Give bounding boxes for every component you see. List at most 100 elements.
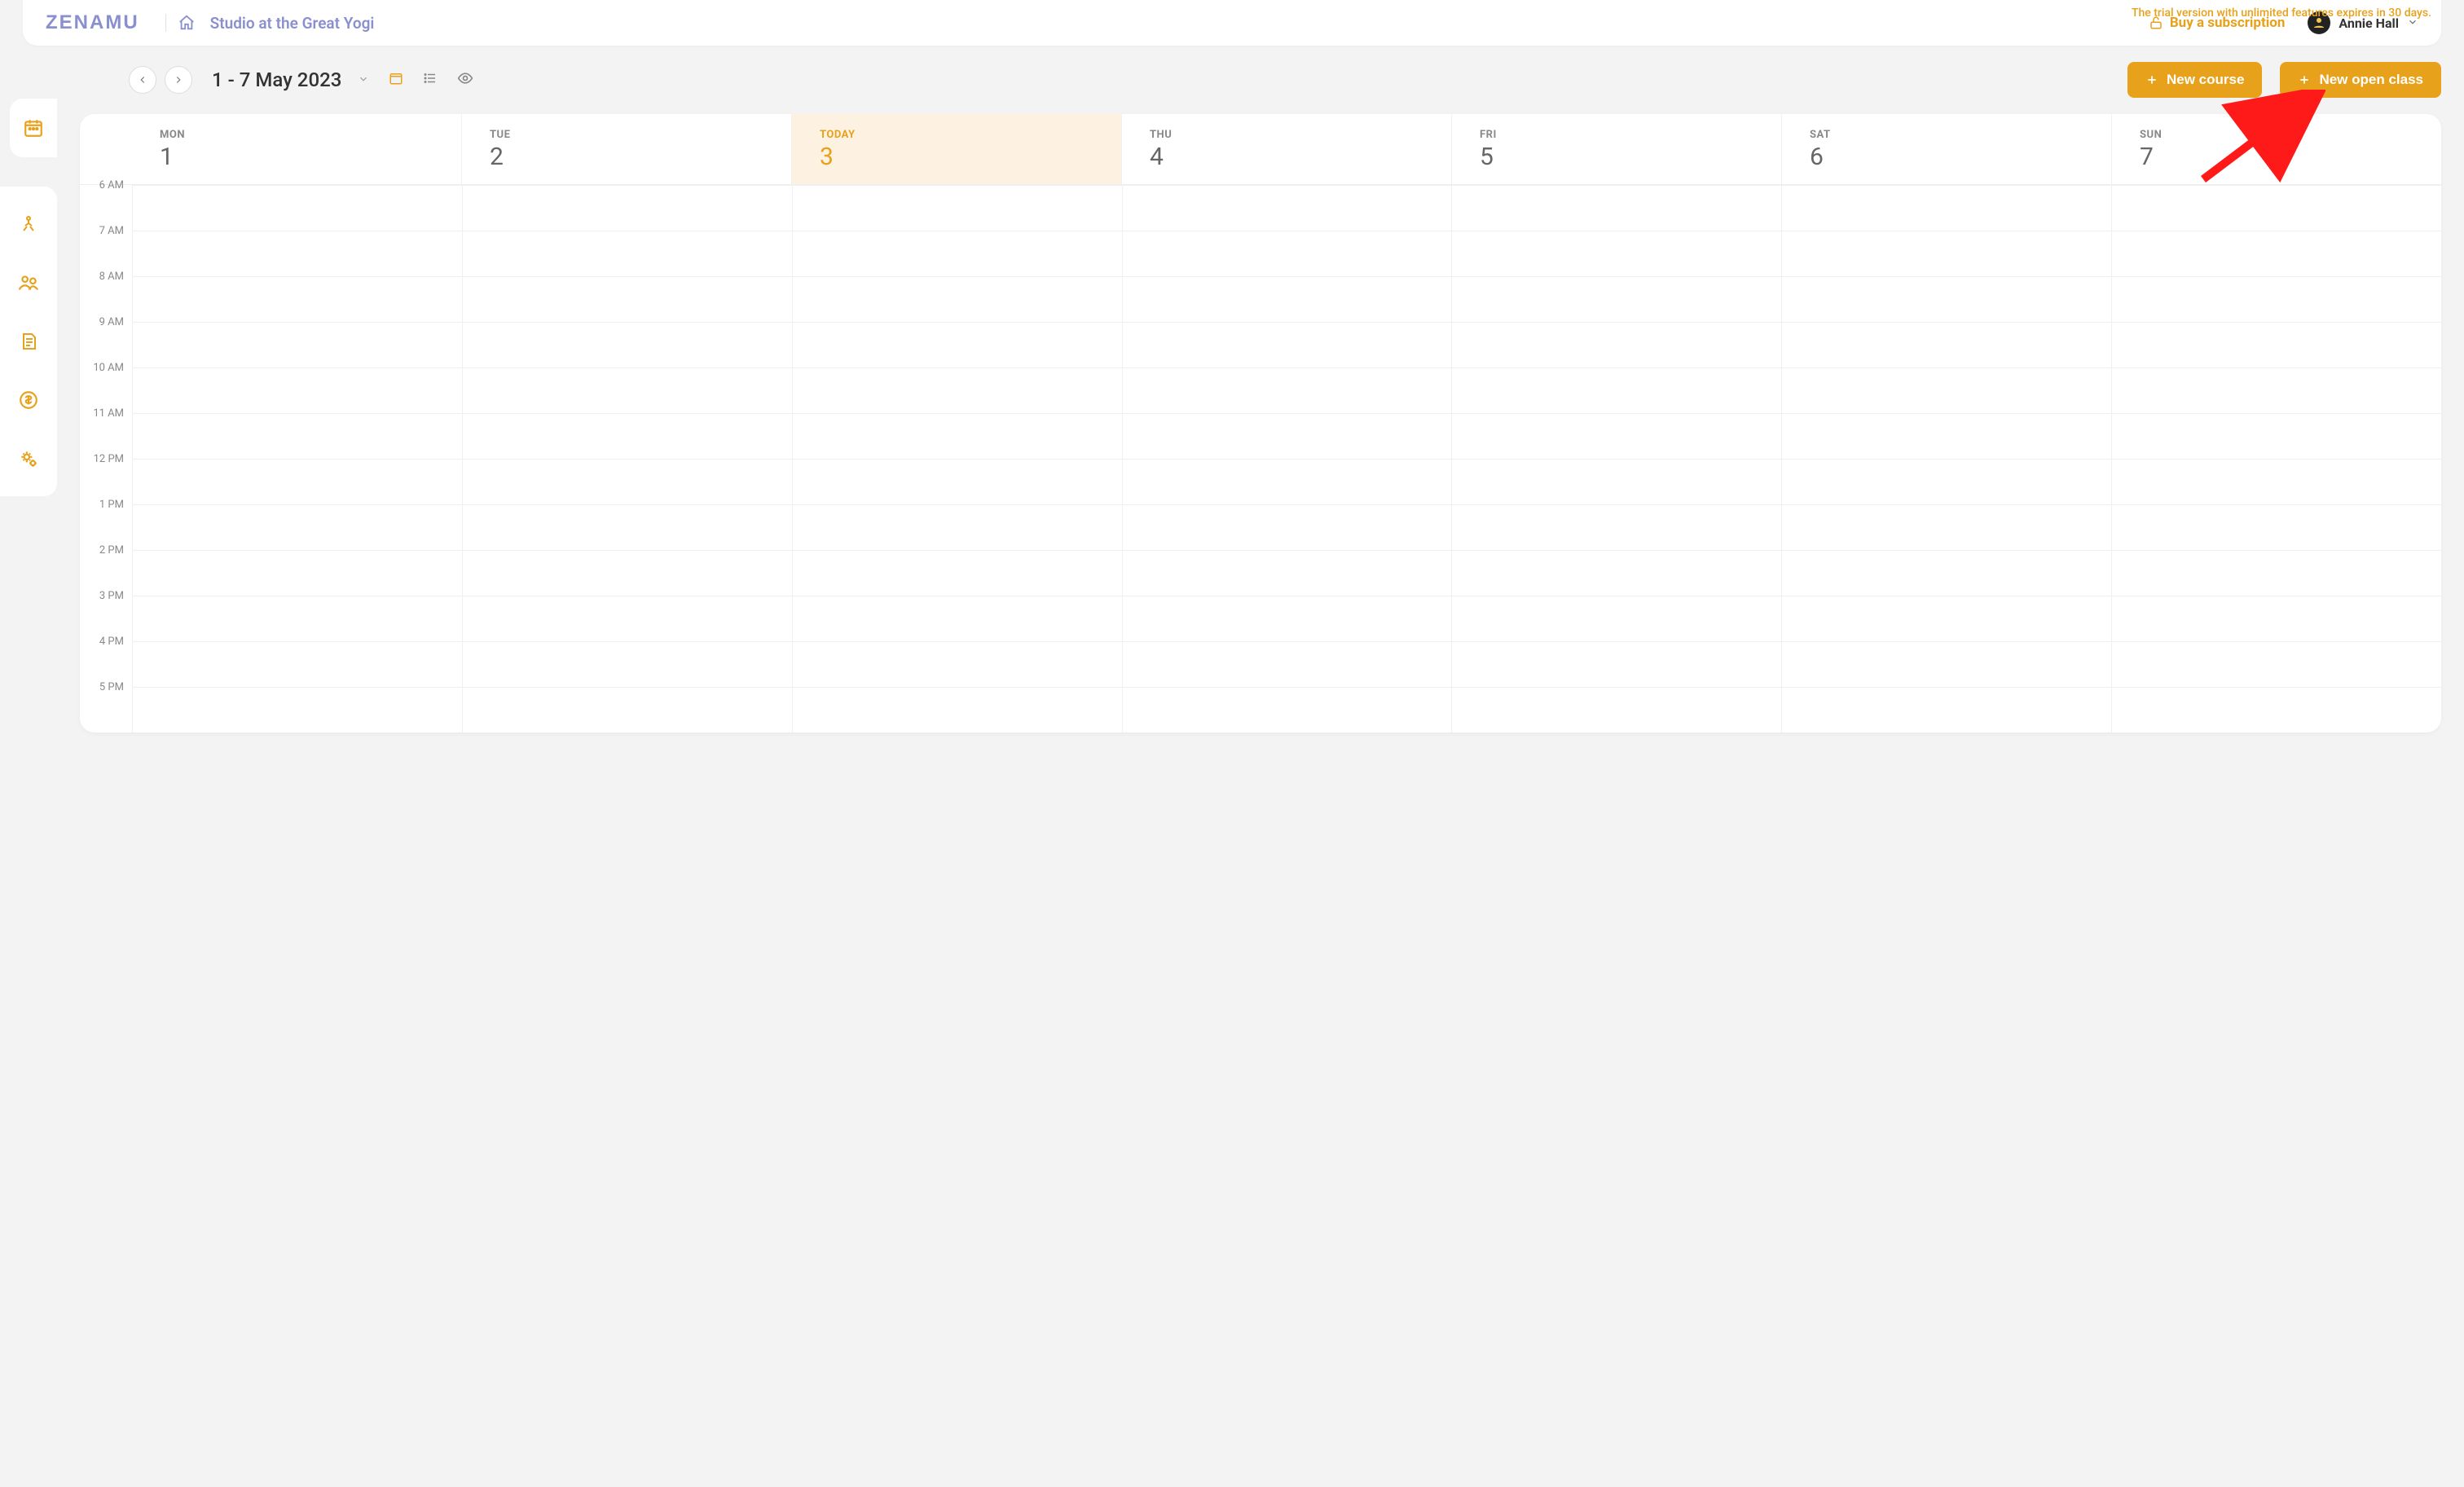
calendar-cell[interactable]	[1782, 367, 2111, 413]
sidebar-item-yoga[interactable]	[14, 209, 43, 239]
calendar-cell[interactable]	[1452, 413, 1781, 459]
calendar-cell[interactable]	[1123, 185, 1452, 231]
calendar-cell[interactable]	[133, 185, 462, 231]
calendar-cell[interactable]	[793, 504, 1122, 550]
calendar-cell[interactable]	[1123, 276, 1452, 322]
calendar-cell[interactable]	[1452, 504, 1781, 550]
list-view-button[interactable]	[423, 71, 438, 90]
calendar-cell[interactable]	[1452, 596, 1781, 641]
calendar-cell[interactable]	[2112, 459, 2441, 504]
studio-name[interactable]: Studio at the Great Yogi	[210, 14, 375, 33]
calendar-cell[interactable]	[133, 641, 462, 687]
calendar-cell[interactable]	[1452, 322, 1781, 367]
calendar-cell[interactable]	[133, 322, 462, 367]
calendar-cell[interactable]	[2112, 185, 2441, 231]
calendar-cell[interactable]	[463, 459, 792, 504]
sidebar-item-settings[interactable]	[14, 444, 43, 473]
calendar-cell[interactable]	[2112, 550, 2441, 596]
calendar-cell[interactable]	[1452, 231, 1781, 276]
calendar-cell[interactable]	[793, 687, 1122, 733]
calendar-cell[interactable]	[1452, 367, 1781, 413]
day-header[interactable]: TUE2	[461, 114, 791, 184]
calendar-cell[interactable]	[1782, 276, 2111, 322]
calendar-cell[interactable]	[1782, 413, 2111, 459]
calendar-cell[interactable]	[1782, 550, 2111, 596]
calendar-cell[interactable]	[793, 596, 1122, 641]
calendar-cell[interactable]	[2112, 276, 2441, 322]
calendar-column[interactable]	[792, 185, 1122, 733]
calendar-cell[interactable]	[463, 276, 792, 322]
calendar-cell[interactable]	[2112, 596, 2441, 641]
calendar-cell[interactable]	[133, 550, 462, 596]
calendar-cell[interactable]	[133, 459, 462, 504]
date-range-dropdown[interactable]	[358, 73, 369, 88]
calendar-cell[interactable]	[1452, 641, 1781, 687]
calendar-cell[interactable]	[463, 504, 792, 550]
day-header[interactable]: THU4	[1121, 114, 1451, 184]
calendar-cell[interactable]	[793, 641, 1122, 687]
calendar-view-button[interactable]	[389, 71, 403, 90]
calendar-cell[interactable]	[133, 231, 462, 276]
calendar-cell[interactable]	[463, 413, 792, 459]
calendar-cell[interactable]	[1123, 322, 1452, 367]
sidebar-item-people[interactable]	[14, 268, 43, 297]
calendar-cell[interactable]	[1123, 367, 1452, 413]
calendar-cell[interactable]	[2112, 641, 2441, 687]
calendar-cell[interactable]	[793, 367, 1122, 413]
calendar-cell[interactable]	[463, 185, 792, 231]
sidebar-item-notes[interactable]	[14, 327, 43, 356]
calendar-cell[interactable]	[1123, 641, 1452, 687]
calendar-cell[interactable]	[1123, 687, 1452, 733]
calendar-cell[interactable]	[793, 322, 1122, 367]
calendar-cell[interactable]	[133, 596, 462, 641]
calendar-cell[interactable]	[793, 185, 1122, 231]
calendar-cell[interactable]	[463, 596, 792, 641]
calendar-cell[interactable]	[2112, 322, 2441, 367]
calendar-cell[interactable]	[1123, 504, 1452, 550]
calendar-cell[interactable]	[2112, 367, 2441, 413]
calendar-cell[interactable]	[1123, 231, 1452, 276]
calendar-cell[interactable]	[1452, 687, 1781, 733]
calendar-cell[interactable]	[463, 231, 792, 276]
sidebar-item-calendar[interactable]	[10, 99, 57, 157]
calendar-cell[interactable]	[793, 231, 1122, 276]
calendar-cell[interactable]	[1782, 687, 2111, 733]
day-header[interactable]: MON1	[132, 114, 461, 184]
calendar-cell[interactable]	[463, 367, 792, 413]
calendar-cell[interactable]	[1123, 550, 1452, 596]
calendar-cell[interactable]	[133, 687, 462, 733]
calendar-cell[interactable]	[2112, 413, 2441, 459]
calendar-cell[interactable]	[793, 459, 1122, 504]
day-header[interactable]: FRI5	[1451, 114, 1781, 184]
calendar-column[interactable]	[1451, 185, 1781, 733]
calendar-cell[interactable]	[463, 687, 792, 733]
calendar-cell[interactable]	[463, 641, 792, 687]
home-icon[interactable]	[178, 14, 196, 32]
calendar-cell[interactable]	[1782, 459, 2111, 504]
calendar-column[interactable]	[132, 185, 462, 733]
calendar-column[interactable]	[1781, 185, 2111, 733]
calendar-cell[interactable]	[463, 550, 792, 596]
calendar-cell[interactable]	[133, 367, 462, 413]
calendar-cell[interactable]	[1782, 641, 2111, 687]
calendar-cell[interactable]	[1123, 596, 1452, 641]
date-range[interactable]: 1 - 7 May 2023	[212, 68, 341, 91]
new-course-button[interactable]: New course	[2127, 62, 2262, 98]
calendar-cell[interactable]	[1452, 459, 1781, 504]
day-header[interactable]: TODAY3	[791, 114, 1121, 184]
calendar-cell[interactable]	[133, 276, 462, 322]
calendar-cell[interactable]	[793, 413, 1122, 459]
calendar-cell[interactable]	[1452, 550, 1781, 596]
calendar-cell[interactable]	[1123, 459, 1452, 504]
prev-week-button[interactable]	[129, 66, 156, 94]
sidebar-item-money[interactable]	[14, 385, 43, 415]
calendar-cell[interactable]	[133, 413, 462, 459]
calendar-cell[interactable]	[1452, 185, 1781, 231]
calendar-cell[interactable]	[793, 276, 1122, 322]
calendar-cell[interactable]	[1782, 322, 2111, 367]
calendar-cell[interactable]	[1782, 185, 2111, 231]
calendar-cell[interactable]	[793, 550, 1122, 596]
day-header[interactable]: SAT6	[1781, 114, 2111, 184]
visibility-button[interactable]	[457, 70, 473, 90]
new-open-class-button[interactable]: New open class	[2280, 62, 2441, 98]
